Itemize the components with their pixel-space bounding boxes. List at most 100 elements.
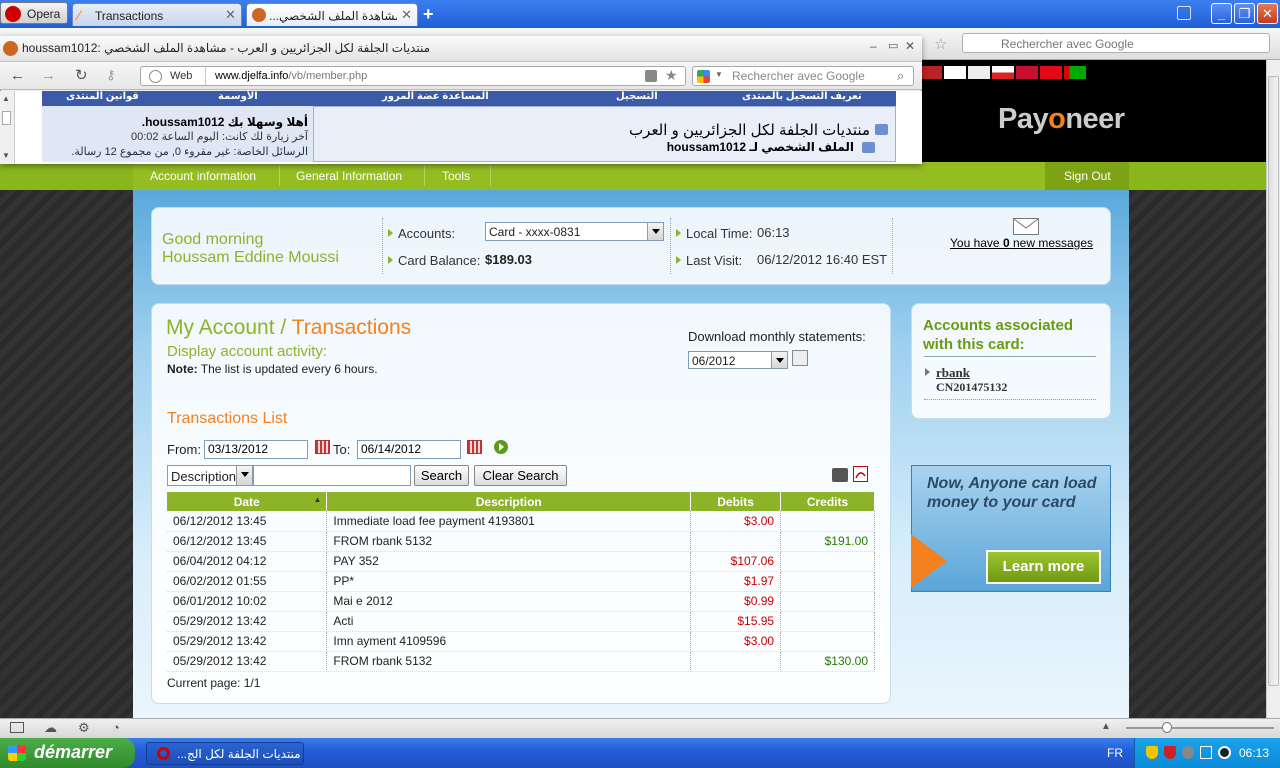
nav-tools[interactable]: Tools [442,169,470,183]
forward-arrow-icon[interactable]: → [41,67,56,84]
sort-icon[interactable]: ▲ [313,495,321,504]
col-credits[interactable]: Credits [780,492,875,511]
scrollbar-thumb[interactable] [2,111,11,125]
from-date-input[interactable]: 03/13/2012 [204,440,308,459]
unite-icon[interactable]: ☁ [44,720,57,736]
taskbar-item-opera[interactable]: ...منتديات الجلفة لكل الج [146,742,304,765]
breadcrumb-separator: / [274,316,292,339]
zoom-arrow-icon[interactable]: ▲ [1101,721,1111,732]
pdf-icon[interactable] [853,466,868,482]
start-button[interactable]: démarrer [0,738,135,768]
address-field[interactable]: Web www.djelfa.info/vb/member.php ★ [140,66,686,86]
flag-icon[interactable] [968,66,990,79]
search-button[interactable]: Search [414,465,469,486]
sign-out-link[interactable]: Sign Out [1064,169,1111,183]
reload-icon[interactable]: ↻ [75,66,88,84]
flag-icon[interactable] [1064,66,1086,79]
col-debits[interactable]: Debits [690,492,782,511]
popup-scrollbar[interactable]: ▲ ▼ [0,91,15,164]
close-tab-icon[interactable]: ✕ [401,7,412,23]
calendar-icon[interactable] [315,440,330,454]
go-arrow-icon[interactable] [494,440,508,454]
flag-icon[interactable] [944,66,966,79]
search-field-select[interactable]: Description [167,465,253,486]
back-arrow-icon[interactable]: ← [10,67,25,84]
col-description[interactable]: Description [326,492,692,511]
flag-icon[interactable] [1040,66,1062,79]
clear-search-button[interactable]: Clear Search [474,465,567,486]
bookmark-star-icon[interactable]: ★ [665,67,678,84]
payoneer-logo[interactable]: Payoneer [998,103,1125,136]
tab-transactions[interactable]: ⁄ Transactions ✕ [72,3,242,26]
envelope-icon[interactable] [1013,218,1039,235]
trash-icon[interactable] [1177,6,1191,20]
flag-icon[interactable] [1016,66,1038,79]
popup-close-button[interactable]: ✕ [905,39,915,53]
scrollbar-thumb[interactable] [1268,76,1279,686]
panel-toggle-icon[interactable] [10,722,24,733]
account-select[interactable]: Card - xxxx-0831 [485,222,664,241]
page-scrollbar[interactable] [1266,60,1280,718]
download-statement-icon[interactable] [792,350,808,366]
associated-account-name[interactable]: rbank [936,365,970,381]
calendar-icon[interactable] [467,440,482,454]
col-date[interactable]: Date ▲ [167,492,328,511]
cell-credit: $130.00 [780,651,875,672]
popup-minimize-button[interactable]: – [870,39,877,53]
display-icon[interactable] [1200,746,1212,759]
forum-nav-register[interactable]: التسجيل [616,91,658,102]
nav-account-information[interactable]: Account information [150,169,256,183]
forum-nav-help[interactable]: المساعدة عضة المرور [382,91,489,102]
antivirus-icon[interactable] [1164,746,1176,759]
chevron-down-icon[interactable]: ▼ [715,70,723,79]
minimize-button[interactable]: _ [1211,3,1232,24]
search-text-input[interactable] [253,465,411,486]
globe-icon [149,70,162,83]
nav-divider [490,166,491,186]
maximize-button[interactable]: ❐ [1234,3,1255,24]
scroll-down-icon[interactable]: ▼ [2,151,10,160]
bg-search-input[interactable]: Rechercher avec Google [962,33,1270,53]
network-icon[interactable] [1182,746,1194,759]
zoom-slider-track[interactable] [1126,727,1274,729]
forum-nav-medals[interactable]: الأوسمة [218,91,258,102]
scroll-up-icon[interactable]: ▲ [2,94,10,103]
cell-description: Immediate load fee payment 4193801 [326,511,692,532]
close-window-button[interactable]: ✕ [1257,3,1278,24]
flag-icon[interactable] [920,66,942,79]
tab-forum-profile[interactable]: ...مشاهدة الملف الشخصي ✕ [246,3,418,26]
rss-icon[interactable] [645,70,657,82]
forum-site-title[interactable]: منتديات الجلفة لكل الجزائريين و العرب [560,121,870,139]
opera-menu-button[interactable]: Opera [0,2,68,24]
zoom-slider-handle[interactable] [1162,722,1172,733]
browser-status-bar: ☁ ⚙ ◔ ▲ [0,718,1280,738]
from-label: From: [167,442,201,457]
print-icon[interactable] [832,468,848,482]
learn-more-button[interactable]: Learn more [986,550,1101,584]
table-row: 06/12/2012 13:45 Immediate load fee payme… [167,511,875,532]
popup-search-input[interactable]: ▼ Rechercher avec Google ⌕ [692,66,914,86]
last-visit-label: Last Visit: [686,253,743,268]
forum-private-messages[interactable]: الرسائل الخاصة: غير مقروء 0, من مجموع 12… [48,145,308,158]
shield-icon[interactable] [1146,746,1158,759]
new-tab-plus-icon[interactable]: + [423,4,434,25]
to-date-input[interactable]: 06/14/2012 [357,440,461,459]
forum-nav-register-info[interactable]: تعريف التسجيل بالمنتدى [742,91,862,102]
breadcrumb-my-account[interactable]: My Account [166,316,275,339]
search-icon[interactable]: ⌕ [897,68,904,84]
close-tab-icon[interactable]: ✕ [225,7,236,23]
popup-maximize-button[interactable]: ▭ [888,39,898,52]
flag-icon[interactable] [992,66,1014,79]
cell-description: FROM rbank 5132 [326,651,692,672]
forum-nav-rules[interactable]: قوانين المنتدى [66,91,139,102]
bookmark-star-icon[interactable]: ☆ [934,35,947,53]
messages-link[interactable]: You have 0 new messages [950,236,1093,250]
language-indicator[interactable]: FR [1107,746,1123,760]
speed-dial-icon[interactable]: ◔ [112,720,120,735]
turbo-icon[interactable]: ⚙ [78,720,90,736]
nav-general-information[interactable]: General Information [296,169,402,183]
volume-icon[interactable] [1218,746,1231,759]
statement-month-select[interactable]: 06/2012 [688,351,788,369]
popup-title: houssam1012: منتديات الجلفة لكل الجزائري… [22,41,431,55]
key-icon[interactable]: ⚷ [106,67,116,83]
